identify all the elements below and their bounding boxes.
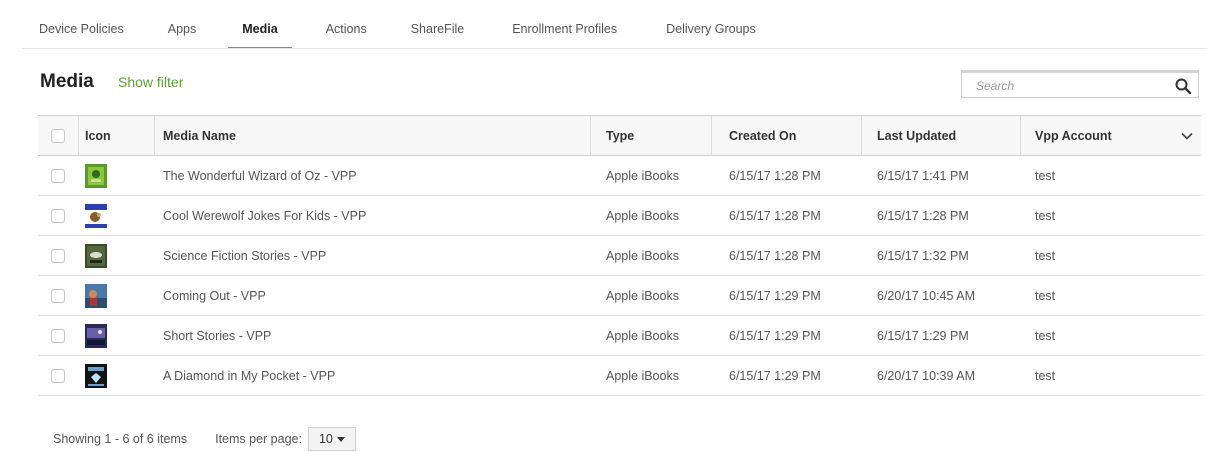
pagination-footer: Showing 1 - 6 of 6 items Items per page:… — [53, 427, 356, 451]
column-header-media-name[interactable]: Media Name — [163, 116, 603, 155]
media-type: Apple iBooks — [606, 368, 679, 383]
last-updated: 6/15/17 1:29 PM — [877, 328, 969, 343]
table-row[interactable]: Short Stories - VPP Apple iBooks 6/15/17… — [38, 316, 1201, 356]
row-checkbox-cell — [38, 236, 78, 275]
page-title: Media — [40, 71, 94, 92]
vpp-account: test — [1035, 368, 1056, 383]
column-header-vpp-account[interactable]: Vpp Account — [1035, 116, 1165, 155]
row-checkbox-cell — [38, 156, 78, 195]
column-header-type[interactable]: Type — [606, 116, 726, 155]
tabs-divider — [22, 48, 1207, 49]
items-per-page-label: Items per page: — [215, 432, 302, 446]
search-input[interactable] — [962, 73, 1167, 98]
column-divider — [861, 116, 862, 156]
media-type: Apple iBooks — [606, 208, 679, 223]
row-checkbox-cell — [38, 196, 78, 235]
row-checkbox[interactable] — [51, 328, 65, 343]
column-divider — [154, 116, 155, 156]
vpp-account: test — [1035, 168, 1056, 183]
media-table: Icon Media Name Type Created On Last Upd… — [38, 115, 1201, 396]
media-icon-cell — [85, 196, 145, 235]
select-all-checkbox[interactable] — [51, 128, 65, 143]
media-type: Apple iBooks — [606, 248, 679, 263]
media-type: Apple iBooks — [606, 168, 679, 183]
column-divider — [590, 116, 591, 156]
wizard-of-oz-cover-icon — [85, 163, 107, 188]
tab-sharefile[interactable]: ShareFile — [411, 0, 465, 49]
last-updated: 6/20/17 10:45 AM — [877, 288, 975, 303]
chevron-down-icon[interactable] — [1180, 129, 1194, 143]
column-divider — [78, 116, 79, 156]
media-name: The Wonderful Wizard of Oz - VPP — [163, 168, 357, 183]
science-fiction-cover-icon — [85, 243, 107, 268]
column-header-last-updated[interactable]: Last Updated — [877, 116, 1032, 155]
created-on: 6/15/17 1:29 PM — [729, 288, 821, 303]
column-header-icon[interactable]: Icon — [85, 116, 145, 155]
items-per-page-value: 10 — [318, 432, 333, 446]
created-on: 6/15/17 1:28 PM — [729, 248, 821, 263]
tab-delivery-groups[interactable]: Delivery Groups — [666, 0, 756, 49]
table-row[interactable]: A Diamond in My Pocket - VPP Apple iBook… — [38, 356, 1201, 396]
last-updated: 6/20/17 10:39 AM — [877, 368, 975, 383]
last-updated: 6/15/17 1:28 PM — [877, 208, 969, 223]
table-row[interactable]: Science Fiction Stories - VPP Apple iBoo… — [38, 236, 1201, 276]
table-row[interactable]: Cool Werewolf Jokes For Kids - VPP Apple… — [38, 196, 1201, 236]
row-checkbox[interactable] — [51, 208, 65, 223]
media-name: Coming Out - VPP — [163, 288, 266, 303]
caret-down-icon — [336, 436, 345, 442]
last-updated: 6/15/17 1:41 PM — [877, 168, 969, 183]
media-name: Science Fiction Stories - VPP — [163, 248, 327, 263]
short-stories-cover-icon — [85, 323, 107, 348]
media-type: Apple iBooks — [606, 328, 679, 343]
created-on: 6/15/17 1:29 PM — [729, 328, 821, 343]
tab-device-policies[interactable]: Device Policies — [39, 0, 124, 49]
created-on: 6/15/17 1:28 PM — [729, 168, 821, 183]
diamond-pocket-cover-icon — [85, 363, 107, 388]
coming-out-cover-icon — [85, 283, 107, 308]
created-on: 6/15/17 1:29 PM — [729, 368, 821, 383]
werewolf-jokes-cover-icon — [85, 203, 107, 228]
table-row[interactable]: Coming Out - VPP Apple iBooks 6/15/17 1:… — [38, 276, 1201, 316]
media-type: Apple iBooks — [606, 288, 679, 303]
media-icon-cell — [85, 356, 145, 395]
last-updated: 6/15/17 1:32 PM — [877, 248, 969, 263]
row-checkbox-cell — [38, 316, 78, 355]
column-header-created-on[interactable]: Created On — [729, 116, 864, 155]
column-menu-cell — [1173, 116, 1201, 155]
tab-actions[interactable]: Actions — [326, 0, 367, 49]
media-icon-cell — [85, 236, 145, 275]
created-on: 6/15/17 1:28 PM — [729, 208, 821, 223]
tab-bar: Device Policies Apps Media Actions Share… — [22, 0, 756, 49]
header-checkbox-cell — [38, 116, 78, 155]
vpp-account: test — [1035, 208, 1056, 223]
media-name: Short Stories - VPP — [163, 328, 272, 343]
search-box — [961, 70, 1199, 98]
row-checkbox-cell — [38, 276, 78, 315]
tab-media[interactable]: Media — [228, 0, 293, 49]
media-icon-cell — [85, 316, 145, 355]
column-divider — [711, 116, 712, 156]
table-row[interactable]: The Wonderful Wizard of Oz - VPP Apple i… — [38, 156, 1201, 196]
items-per-page-select[interactable]: 10 — [307, 427, 356, 451]
media-icon-cell — [85, 156, 145, 195]
row-checkbox[interactable] — [51, 288, 65, 303]
row-checkbox[interactable] — [51, 168, 65, 183]
media-name: A Diamond in My Pocket - VPP — [163, 368, 336, 383]
tab-enrollment-profiles[interactable]: Enrollment Profiles — [512, 0, 617, 49]
row-checkbox[interactable] — [51, 368, 65, 383]
media-name: Cool Werewolf Jokes For Kids - VPP — [163, 208, 367, 223]
vpp-account: test — [1035, 288, 1056, 303]
showing-items-text: Showing 1 - 6 of 6 items — [53, 432, 188, 446]
tab-apps[interactable]: Apps — [168, 0, 197, 49]
table-header-row: Icon Media Name Type Created On Last Upd… — [38, 116, 1201, 156]
media-page: Device Policies Apps Media Actions Share… — [0, 0, 1207, 452]
row-checkbox[interactable] — [51, 248, 65, 263]
vpp-account: test — [1035, 328, 1056, 343]
vpp-account: test — [1035, 248, 1056, 263]
column-divider — [1020, 116, 1021, 156]
search-icon[interactable] — [1174, 77, 1192, 95]
media-icon-cell — [85, 276, 145, 315]
show-filter-link[interactable]: Show filter — [118, 74, 183, 90]
row-checkbox-cell — [38, 356, 78, 395]
